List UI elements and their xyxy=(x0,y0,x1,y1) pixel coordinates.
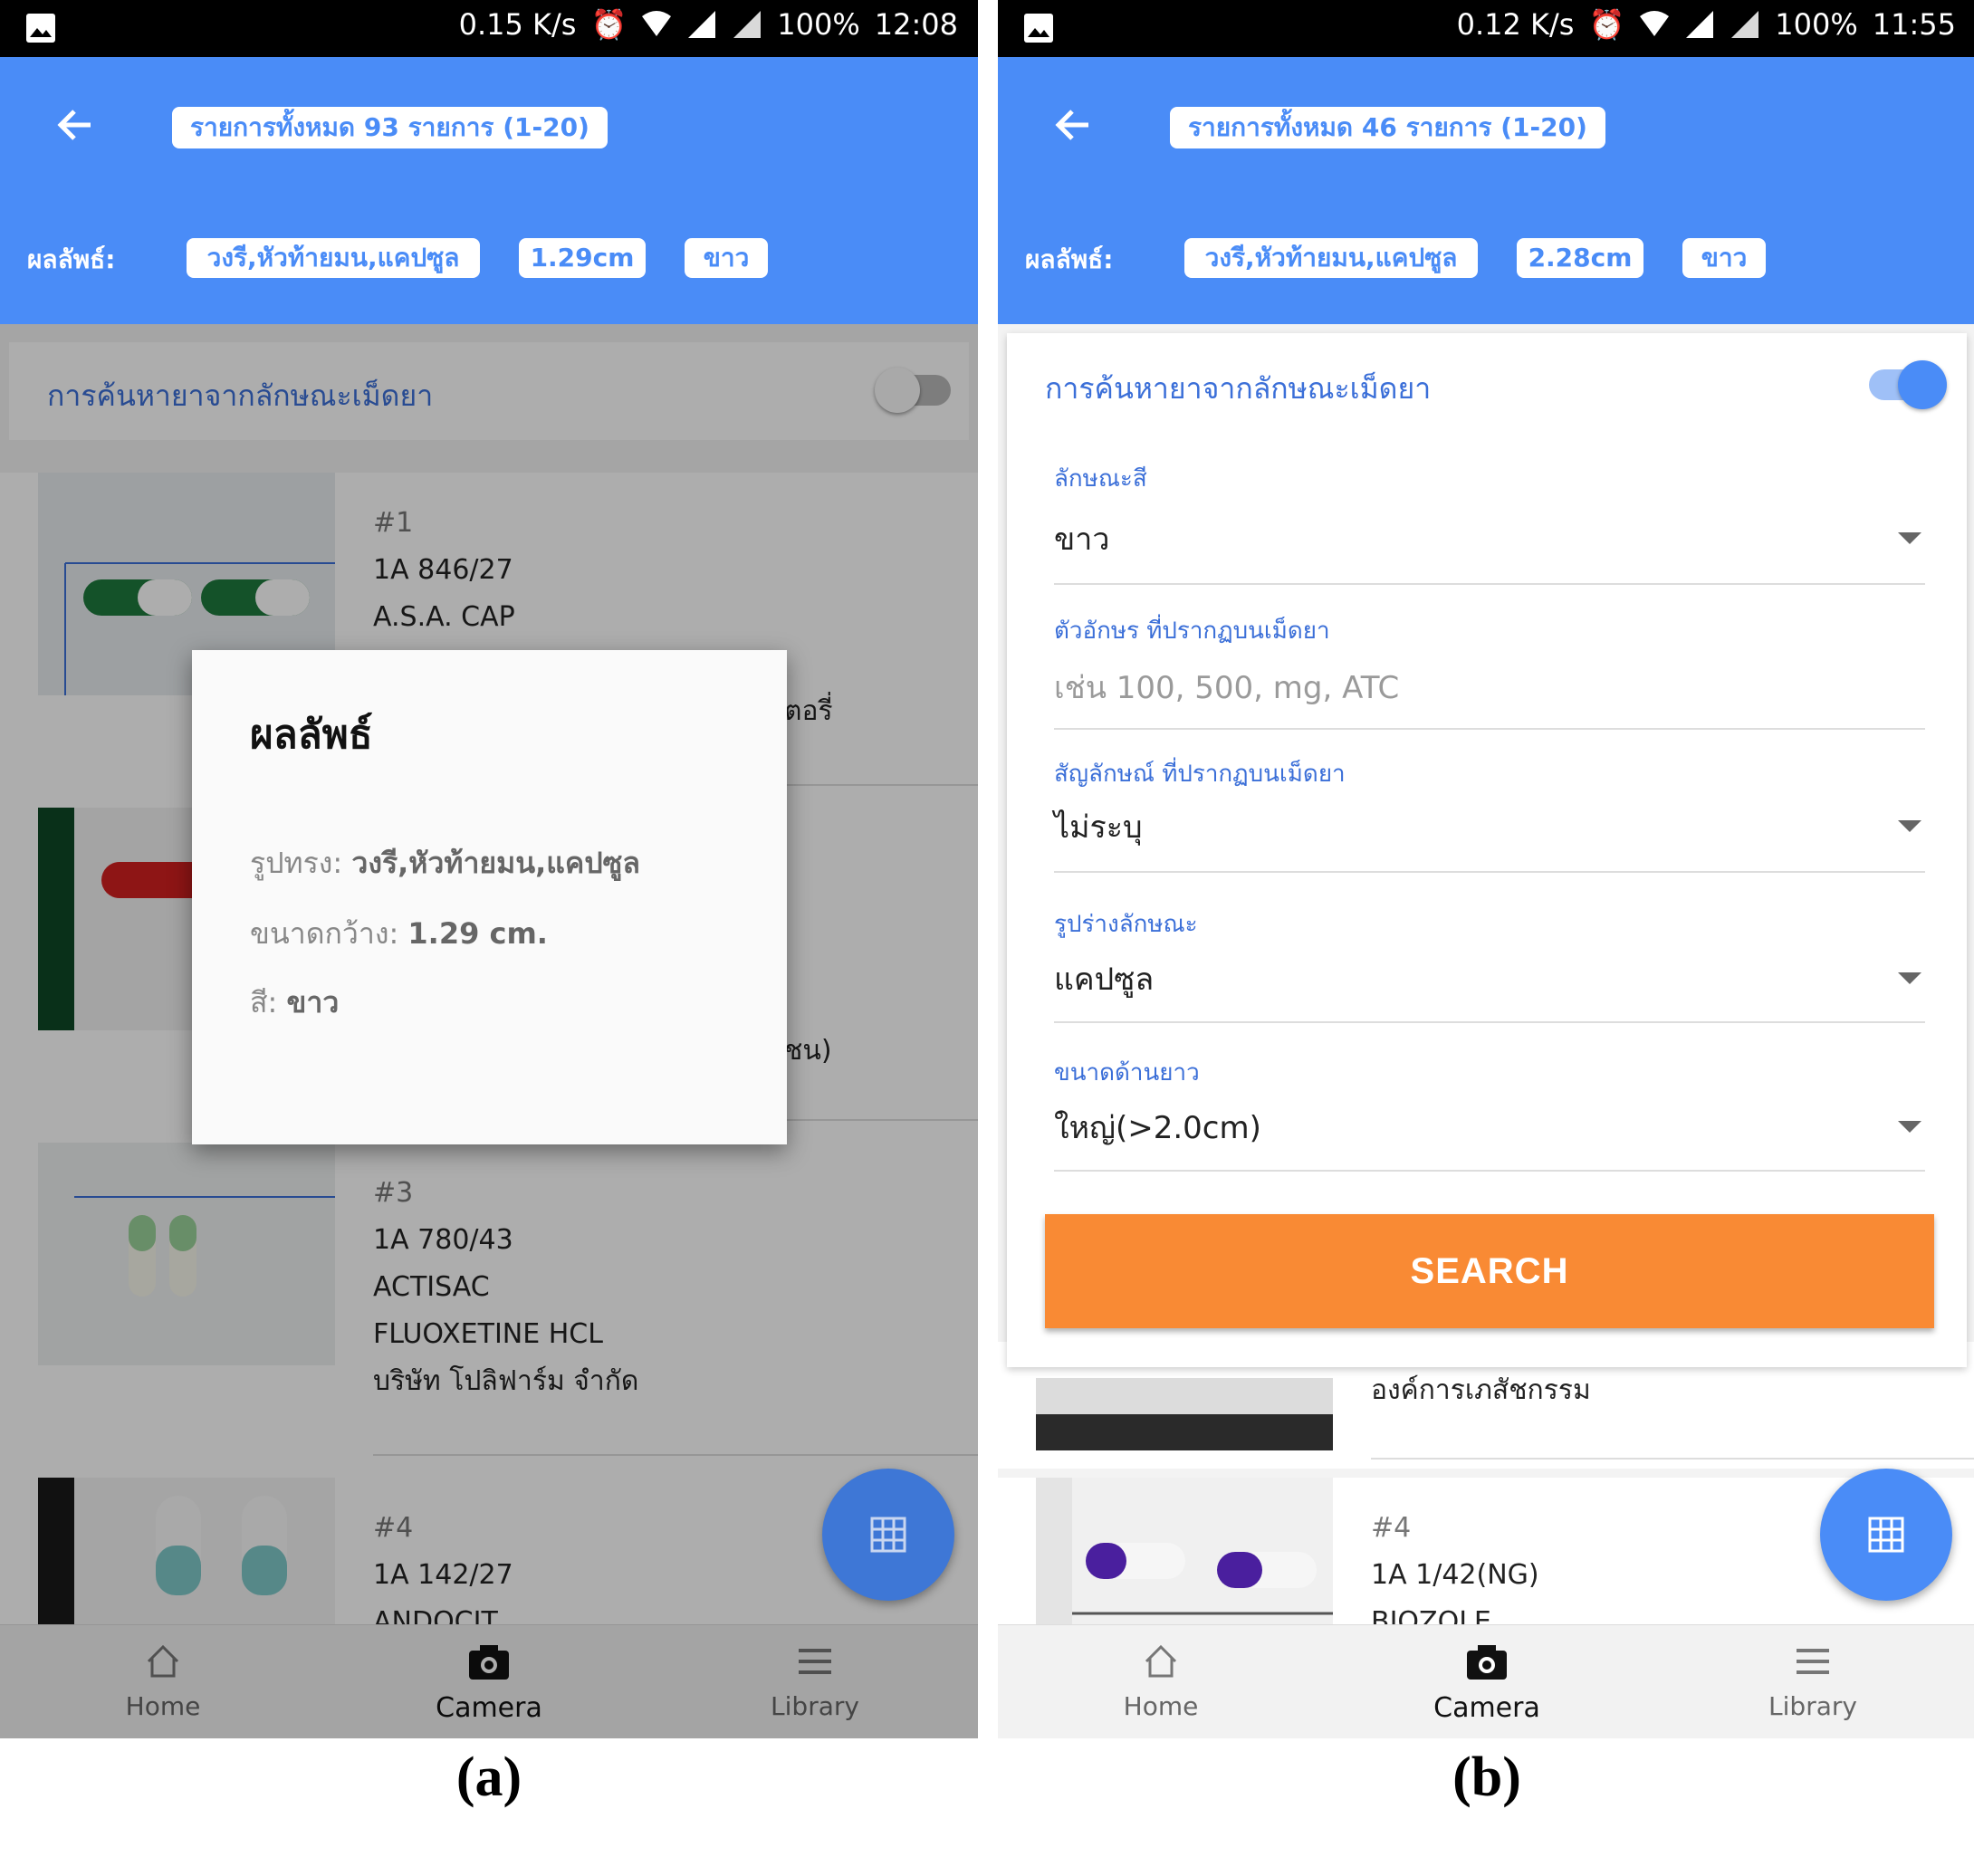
symbol-dropdown-value: ไม่ระบุ xyxy=(1054,809,1143,846)
shape-dropdown-value: แคปซูล xyxy=(1054,962,1155,998)
image-notification-icon xyxy=(1024,14,1053,43)
shape-dropdown[interactable]: รูปร่างลักษณะ แคปซูล xyxy=(1054,905,1925,1023)
network-speed: 0.15 K/s xyxy=(458,7,577,42)
item-number: #4 xyxy=(1371,1512,1412,1544)
color-value: ขาว xyxy=(286,985,340,1019)
search-mode-toggle[interactable] xyxy=(1869,360,1947,409)
signal-icon xyxy=(688,11,716,38)
shape-label: รูปทรง: xyxy=(250,846,343,880)
divider xyxy=(1371,1458,1974,1460)
symbol-dropdown-label: สัญลักษณ์ ที่ปรากฏบนเม็ดยา xyxy=(1054,761,1346,788)
signal-icon-2 xyxy=(1731,11,1759,38)
status-bar: 0.15 K/s ⏰ 100% 12:08 xyxy=(0,0,978,57)
item-reg-code: 1A 1/42(NG) xyxy=(1371,1559,1539,1591)
network-speed: 0.12 K/s xyxy=(1456,7,1575,42)
width-label: ขนาดกว้าง: xyxy=(250,916,399,951)
back-arrow-icon[interactable] xyxy=(53,102,98,148)
shape-dropdown-label: รูปร่างลักษณะ xyxy=(1054,911,1198,938)
clock: 11:55 xyxy=(1872,7,1956,42)
signal-icon xyxy=(1686,11,1714,38)
size-chip: 1.29cm xyxy=(519,238,646,278)
signal-icon-2 xyxy=(733,11,762,38)
dropdown-caret-icon xyxy=(1898,820,1921,832)
dialog-shape-row: รูปทรง: วงรี,หัวท้ายมน,แคปซูล xyxy=(250,840,640,886)
dialog-color-row: สี: ขาว xyxy=(250,980,339,1026)
caption-b: (b) xyxy=(1452,1747,1521,1808)
result-label: ผลลัพธ์: xyxy=(1025,244,1114,274)
imprint-text-field[interactable]: ตัวอักษร ที่ปรากฏบนเม็ดยา เช่น 100, 500,… xyxy=(1054,612,1925,730)
dropdown-caret-icon xyxy=(1898,1121,1921,1133)
home-icon xyxy=(1145,1644,1177,1678)
length-dropdown-label: ขนาดด้านยาว xyxy=(1054,1059,1200,1086)
result-dialog: ผลลัพธ์ รูปทรง: วงรี,หัวท้ายมน,แคปซูล ขน… xyxy=(192,650,787,1144)
image-notification-icon xyxy=(26,14,55,43)
symbol-dropdown[interactable]: สัญลักษณ์ ที่ปรากฏบนเม็ดยา ไม่ระบุ xyxy=(1054,755,1925,873)
nav-library-label: Library xyxy=(1768,1691,1857,1721)
nav-library[interactable]: Library xyxy=(1713,1642,1912,1721)
battery-level: 100% xyxy=(1775,7,1858,42)
dropdown-caret-icon xyxy=(1898,532,1921,544)
search-form-card: การค้นหายาจากลักษณะเม็ดยา ลักษณะสี ขาว ต… xyxy=(1007,333,1967,1367)
search-button[interactable]: SEARCH xyxy=(1045,1214,1934,1328)
dialog-title: ผลลัพธ์ xyxy=(250,712,373,758)
total-count-pill: รายการทั้งหมด 46 รายการ (1-20) xyxy=(1170,107,1605,148)
shape-chip: วงรี,หัวท้ายมน,แคปซูล xyxy=(1184,238,1478,278)
color-dropdown-value: ขาว xyxy=(1054,522,1110,558)
grid-fab[interactable] xyxy=(822,1469,954,1601)
shape-value: วงรี,หัวท้ายมน,แคปซูล xyxy=(351,846,640,880)
size-chip: 2.28cm xyxy=(1517,238,1643,278)
wifi-icon xyxy=(1640,11,1670,36)
results-header: รายการทั้งหมด 46 รายการ (1-20) ผลลัพธ์: … xyxy=(998,57,1974,324)
screen-a: 0.15 K/s ⏰ 100% 12:08 รายการทั้งหมด 93 ร… xyxy=(0,0,978,1738)
battery-level: 100% xyxy=(777,7,860,42)
length-dropdown-value: ใหญ่(>2.0cm) xyxy=(1054,1110,1261,1146)
shape-chip: วงรี,หัวท้ายมน,แคปซูล xyxy=(187,238,480,278)
screen-b: 0.12 K/s ⏰ 100% 11:55 รายการทั้งหมด 46 ร… xyxy=(998,0,1974,1738)
grid-icon xyxy=(1868,1517,1904,1553)
imprint-text-input[interactable]: เช่น 100, 500, mg, ATC xyxy=(1054,663,1399,712)
wifi-icon xyxy=(642,11,672,36)
toggle-label: การค้นหายาจากลักษณะเม็ดยา xyxy=(1045,371,1432,406)
status-bar: 0.12 K/s ⏰ 100% 11:55 xyxy=(998,0,1974,57)
dropdown-caret-icon xyxy=(1898,972,1921,984)
dialog-width-row: ขนาดกว้าง: 1.29 cm. xyxy=(250,911,548,957)
color-label: สี: xyxy=(250,985,278,1019)
grid-icon xyxy=(870,1517,906,1553)
color-chip: ขาว xyxy=(685,238,768,278)
total-count-pill: รายการทั้งหมด 93 รายการ (1-20) xyxy=(172,107,608,148)
menu-icon xyxy=(1797,1649,1829,1674)
clock: 12:08 xyxy=(874,7,958,42)
color-dropdown[interactable]: ลักษณะสี ขาว xyxy=(1054,460,1925,585)
back-arrow-icon[interactable] xyxy=(1050,102,1096,148)
grid-fab[interactable] xyxy=(1820,1469,1952,1601)
result-label: ผลลัพธ์: xyxy=(27,244,116,274)
color-chip: ขาว xyxy=(1682,238,1766,278)
caption-a: (a) xyxy=(455,1747,522,1808)
item-company-fragment: องค์การเภสัชกรรม xyxy=(1371,1374,1591,1406)
nav-home[interactable]: Home xyxy=(1061,1642,1260,1721)
alarm-icon: ⏰ xyxy=(1588,7,1625,42)
nav-camera[interactable]: Camera xyxy=(1387,1642,1586,1724)
length-dropdown[interactable]: ขนาดด้านยาว ใหญ่(>2.0cm) xyxy=(1054,1054,1925,1172)
nav-home-label: Home xyxy=(1123,1691,1199,1721)
width-value: 1.29 cm. xyxy=(407,916,548,951)
color-dropdown-label: ลักษณะสี xyxy=(1054,465,1147,493)
nav-camera-label: Camera xyxy=(1433,1692,1540,1724)
alarm-icon: ⏰ xyxy=(590,7,628,42)
results-header: รายการทั้งหมด 93 รายการ (1-20) ผลลัพธ์: … xyxy=(0,57,978,324)
bottom-nav: Home Camera Library xyxy=(998,1624,1974,1738)
pill-image xyxy=(1036,1378,1333,1450)
camera-icon xyxy=(1467,1645,1507,1680)
imprint-text-label: ตัวอักษร ที่ปรากฏบนเม็ดยา xyxy=(1054,617,1330,645)
